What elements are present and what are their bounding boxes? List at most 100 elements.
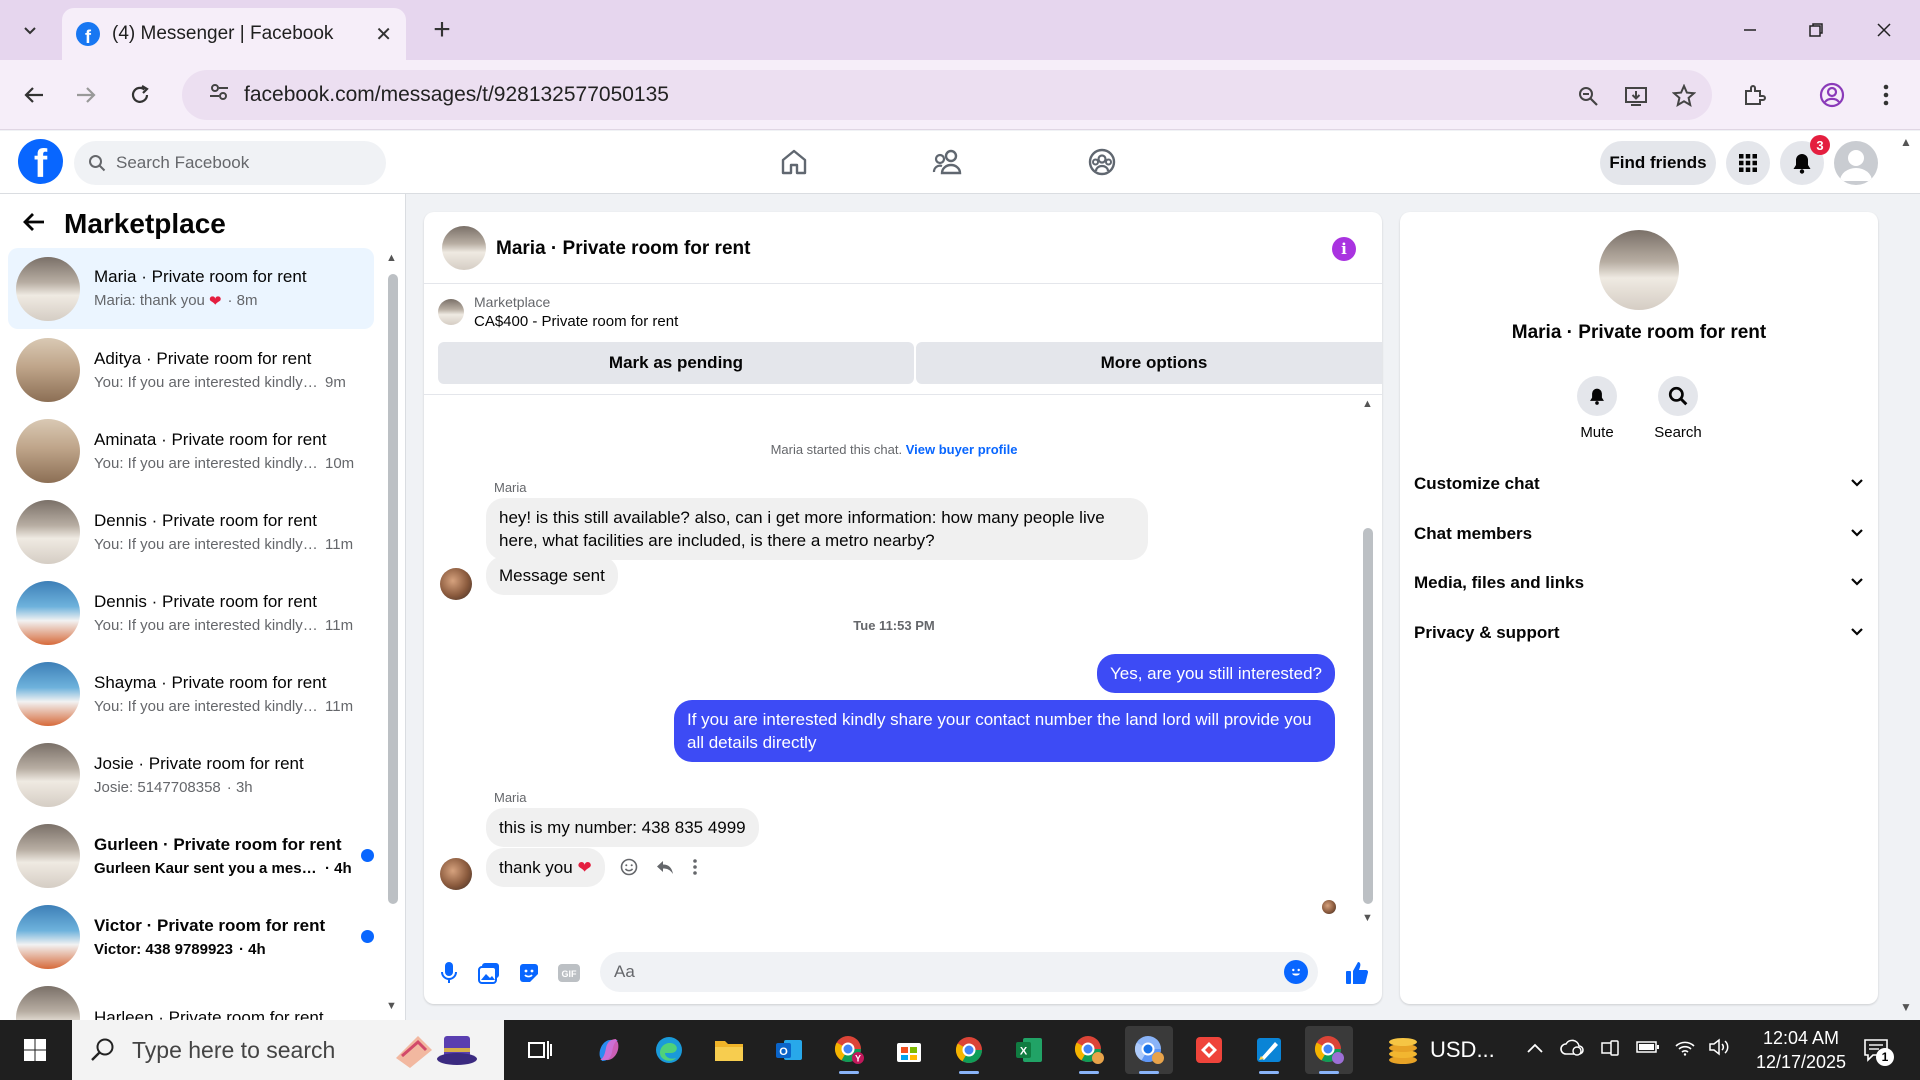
page-scroll-down-arrow[interactable]: ▼ — [1900, 1000, 1912, 1014]
sender-avatar[interactable] — [440, 568, 472, 600]
incoming-message[interactable]: Message sent — [486, 556, 618, 595]
chrome-icon[interactable] — [945, 1026, 993, 1074]
react-smiley-icon[interactable] — [620, 858, 638, 881]
tab-list-chevron-icon[interactable] — [12, 12, 48, 48]
system-clock[interactable]: 12:04 AM 12/17/2025 — [1742, 1026, 1860, 1074]
more-actions-icon[interactable] — [692, 858, 698, 881]
volume-icon[interactable] — [1708, 1038, 1730, 1061]
address-bar[interactable]: facebook.com/messages/t/928132577050135 — [182, 70, 1712, 120]
message-input[interactable] — [614, 962, 1254, 982]
friends-nav-icon[interactable] — [918, 139, 978, 185]
search-action[interactable]: Search — [1643, 376, 1713, 441]
menu-grid-button[interactable] — [1726, 141, 1770, 185]
install-app-icon[interactable] — [1618, 78, 1654, 114]
conversation-item[interactable]: Dennis · Private room for rent You: If yo… — [8, 491, 374, 572]
currency-widget[interactable]: USD... — [1386, 1020, 1495, 1080]
sidebar-scroll-up-arrow[interactable]: ▲ — [386, 252, 397, 264]
wifi-icon[interactable] — [1674, 1038, 1696, 1061]
extensions-icon[interactable] — [1734, 75, 1774, 115]
more-options-button[interactable]: More options — [916, 342, 1382, 384]
sidebar-scrollbar[interactable] — [388, 274, 398, 904]
info-avatar[interactable] — [1599, 230, 1679, 310]
gif-icon[interactable]: GIF — [554, 958, 584, 988]
photo-attach-icon[interactable] — [474, 958, 504, 988]
close-window-button[interactable] — [1854, 10, 1914, 50]
battery-icon[interactable] — [1636, 1038, 1660, 1059]
taskbar-search[interactable] — [72, 1020, 504, 1080]
reload-button[interactable] — [120, 75, 160, 115]
anydesk-icon[interactable] — [1185, 1026, 1233, 1074]
conversation-item[interactable]: Josie · Private room for rent Josie: 5147… — [8, 734, 374, 815]
media-files-links-section[interactable]: Media, files and links — [1414, 561, 1864, 605]
chrome-profile-active-icon[interactable] — [1125, 1026, 1173, 1074]
thumbs-up-icon[interactable] — [1342, 958, 1372, 988]
incoming-message[interactable]: hey! is this still available? also, can … — [486, 498, 1148, 560]
incoming-message[interactable]: this is my number: 438 835 4999 — [486, 808, 759, 847]
page-scroll-up-arrow[interactable]: ▲ — [1900, 135, 1912, 149]
message-input-wrapper[interactable] — [600, 952, 1318, 992]
facebook-logo-icon[interactable]: f — [18, 139, 63, 184]
conversation-item[interactable]: Harleen · Private room for rent — [8, 977, 374, 1020]
windows-start-icon[interactable] — [0, 1020, 70, 1080]
restore-button[interactable] — [1786, 10, 1846, 50]
outgoing-message[interactable]: If you are interested kindly share your … — [674, 700, 1335, 762]
emoji-icon[interactable] — [1284, 960, 1308, 984]
outlook-icon[interactable]: O — [765, 1026, 813, 1074]
conversation-item[interactable]: Shayma · Private room for rent You: If yo… — [8, 653, 374, 734]
bookmark-star-icon[interactable] — [1666, 78, 1702, 114]
taskbar-search-input[interactable] — [132, 1036, 392, 1064]
microsoft-store-icon[interactable] — [885, 1026, 933, 1074]
account-avatar[interactable] — [1834, 141, 1878, 185]
back-button[interactable] — [14, 75, 54, 115]
sender-avatar[interactable] — [440, 858, 472, 890]
conversation-item[interactable]: Gurleen · Private room for rent Gurleen K… — [8, 815, 374, 896]
find-friends-button[interactable]: Find friends — [1600, 141, 1716, 185]
outgoing-message[interactable]: Yes, are you still interested? — [1097, 654, 1335, 693]
chat-scroll-down-arrow[interactable]: ▼ — [1362, 912, 1373, 924]
edge-browser-icon[interactable] — [645, 1026, 693, 1074]
minimize-button[interactable] — [1720, 10, 1780, 50]
forward-button[interactable] — [66, 75, 106, 115]
tab-close-icon[interactable]: ✕ — [375, 22, 392, 47]
groups-nav-icon[interactable] — [1072, 139, 1132, 185]
marketplace-listing[interactable]: Marketplace CA$400 - Private room for re… — [438, 294, 678, 330]
microphone-icon[interactable] — [434, 958, 464, 988]
home-nav-icon[interactable] — [764, 139, 824, 185]
excel-icon[interactable]: X — [1005, 1026, 1053, 1074]
chrome-current-window-icon[interactable] — [1305, 1026, 1353, 1074]
new-tab-button[interactable]: + — [424, 12, 460, 48]
conversation-item[interactable]: Maria · Private room for rent Maria: than… — [8, 248, 374, 329]
chrome-profile-orange-icon[interactable] — [1065, 1026, 1113, 1074]
facebook-search-input[interactable] — [116, 153, 366, 173]
paint-icon[interactable] — [1245, 1026, 1293, 1074]
reply-icon[interactable] — [656, 858, 674, 881]
conversation-item[interactable]: Aminata · Private room for rent You: If y… — [8, 410, 374, 491]
mark-as-pending-button[interactable]: Mark as pending — [438, 342, 914, 384]
conversation-item[interactable]: Aditya · Private room for rent You: If yo… — [8, 329, 374, 410]
chat-title[interactable]: Maria · Private room for rent — [496, 238, 750, 260]
browser-tab-messenger[interactable]: f (4) Messenger | Facebook ✕ — [62, 8, 406, 60]
chat-members-section[interactable]: Chat members — [1414, 512, 1864, 556]
facebook-search[interactable] — [74, 141, 386, 185]
view-buyer-profile-link[interactable]: View buyer profile — [906, 442, 1018, 457]
task-view-icon[interactable] — [516, 1026, 564, 1074]
info-icon[interactable]: i — [1332, 237, 1356, 261]
onedrive-cloud-icon[interactable] — [1560, 1038, 1584, 1061]
show-hidden-icons-chevron-icon[interactable] — [1526, 1038, 1544, 1059]
file-explorer-icon[interactable] — [705, 1026, 753, 1074]
privacy-support-section[interactable]: Privacy & support — [1414, 611, 1864, 655]
chat-scrollbar[interactable] — [1363, 528, 1373, 904]
conversation-item[interactable]: Dennis · Private room for rent You: If yo… — [8, 572, 374, 653]
copilot-icon[interactable] — [585, 1026, 633, 1074]
sticker-icon[interactable] — [514, 958, 544, 988]
notification-center-icon[interactable]: 1 — [1856, 1032, 1896, 1068]
back-arrow-icon[interactable] — [22, 209, 46, 240]
incoming-message[interactable]: thank you ❤ — [486, 848, 605, 887]
site-info-icon[interactable] — [194, 81, 244, 109]
chrome-profile-icon[interactable] — [1812, 75, 1852, 115]
zoom-icon[interactable] — [1570, 78, 1606, 114]
browser-menu-icon[interactable] — [1866, 75, 1906, 115]
chat-avatar[interactable] — [442, 226, 486, 270]
notifications-button[interactable]: 3 — [1780, 135, 1830, 185]
phone-link-icon[interactable] — [1600, 1038, 1620, 1063]
